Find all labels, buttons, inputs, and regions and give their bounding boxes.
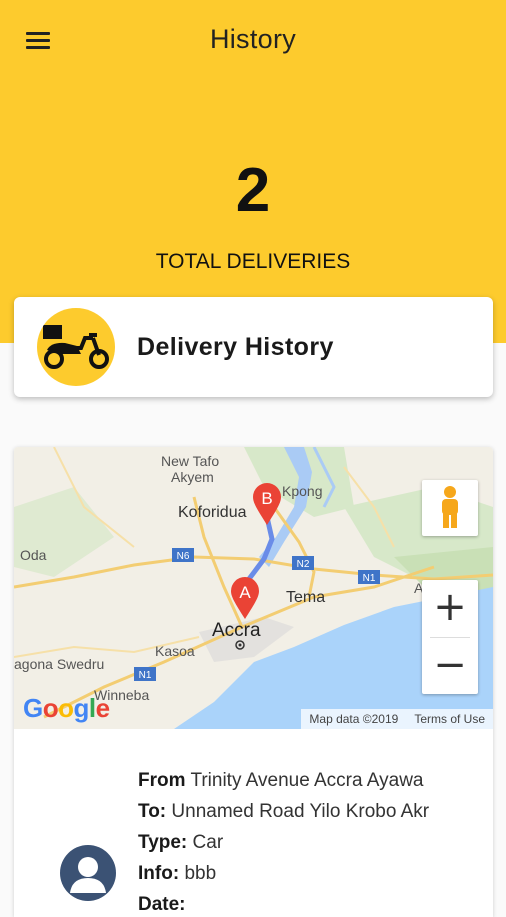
zoom-controls: + − [422,580,478,694]
type-value: Car [192,832,224,853]
terms-link[interactable]: Terms of Use [406,712,493,726]
place-label: New Tafo [161,453,219,469]
delivery-scooter-icon [37,308,115,386]
delivery-history-button[interactable]: Delivery History [14,297,493,397]
delivery-card: N6 N2 N1 N1 New Tafo Akyem Koforidua Kpo… [14,447,493,917]
date-label: Date: [138,894,186,915]
place-label: agona Swedru [14,656,104,672]
map-data-text: Map data ©2019 [309,712,399,726]
delivery-details: From Trinity Avenue Accra Ayawa To: Unna… [138,765,429,917]
to-row: To: Unnamed Road Yilo Krobo Akr [138,796,429,827]
user-avatar-icon [60,845,116,901]
street-view-button[interactable] [422,480,478,536]
zoom-in-button[interactable]: + [422,580,478,636]
google-logo: Google [23,693,110,723]
road-label: N1 [139,670,152,681]
place-label: Kpong [282,483,322,499]
zoom-out-button[interactable]: − [422,638,478,694]
place-label: Accra [212,620,261,641]
place-label: Kasoa [155,643,195,659]
total-deliveries-label: TOTAL DELIVERIES [155,250,351,273]
road-label: N2 [297,559,310,570]
place-label: Oda [20,547,47,563]
from-value: Trinity Avenue Accra Ayawa [190,770,424,791]
map-view[interactable]: N6 N2 N1 N1 New Tafo Akyem Koforidua Kpo… [14,447,493,729]
pegman-icon [442,486,458,528]
app-header: History 2 TOTAL DELIVERIES [0,0,506,343]
info-row: Info: bbb [138,858,429,889]
road-label: N6 [177,551,190,562]
type-row: Type: Car [138,827,429,858]
place-label: Tema [286,589,325,606]
to-value: Unnamed Road Yilo Krobo Akr [171,801,430,822]
map-attribution: Map data ©2019 Terms of Use [301,709,493,729]
info-label: Info: [138,863,180,884]
total-deliveries-count: 2 [235,156,271,225]
place-label: Koforidua [178,504,247,521]
page-title: History [209,24,297,54]
marker-label: B [261,489,272,508]
road-label: N1 [363,573,376,584]
from-label: From [138,770,186,791]
type-label: Type: [138,832,188,853]
marker-label: A [239,583,251,602]
from-row: From Trinity Avenue Accra Ayawa [138,765,429,796]
place-label: Akyem [171,469,214,485]
date-row: Date: [138,889,429,917]
delivery-history-label: Delivery History [137,333,334,361]
info-value: bbb [184,863,217,884]
to-label: To: [138,801,167,822]
